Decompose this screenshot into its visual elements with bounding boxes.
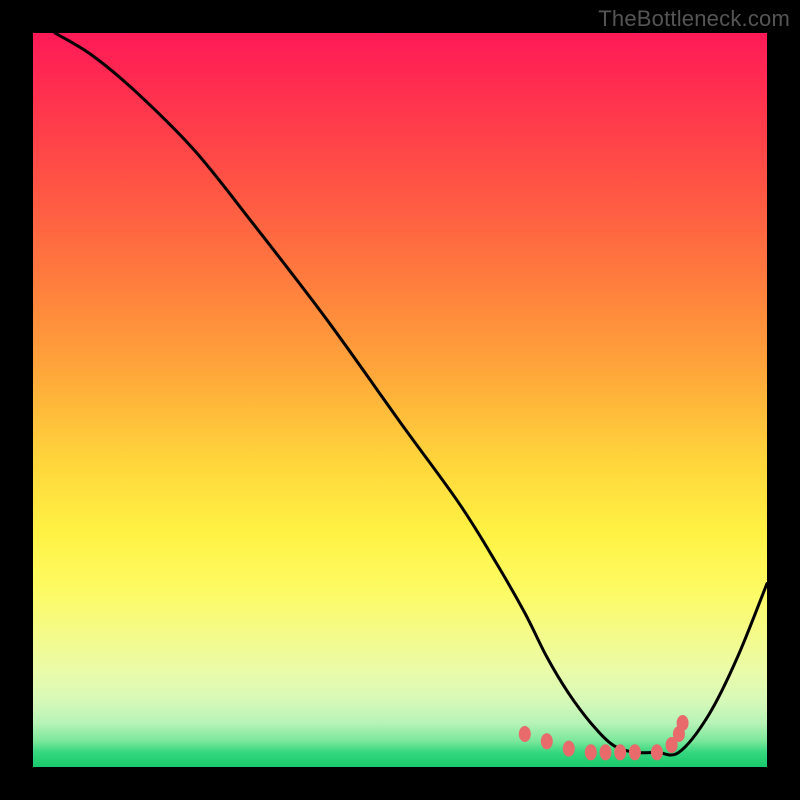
curve-marker — [563, 741, 575, 757]
curve-marker — [629, 744, 641, 760]
bottleneck-curve — [55, 33, 767, 755]
watermark-text: TheBottleneck.com — [598, 6, 790, 32]
curve-marker — [651, 744, 663, 760]
plot-area — [33, 33, 767, 767]
curve-layer — [33, 33, 767, 767]
curve-marker — [585, 744, 597, 760]
curve-marker — [614, 744, 626, 760]
curve-marker — [600, 744, 612, 760]
curve-marker — [677, 715, 689, 731]
chart-frame: TheBottleneck.com — [0, 0, 800, 800]
curve-marker — [519, 726, 531, 742]
curve-marker — [541, 733, 553, 749]
